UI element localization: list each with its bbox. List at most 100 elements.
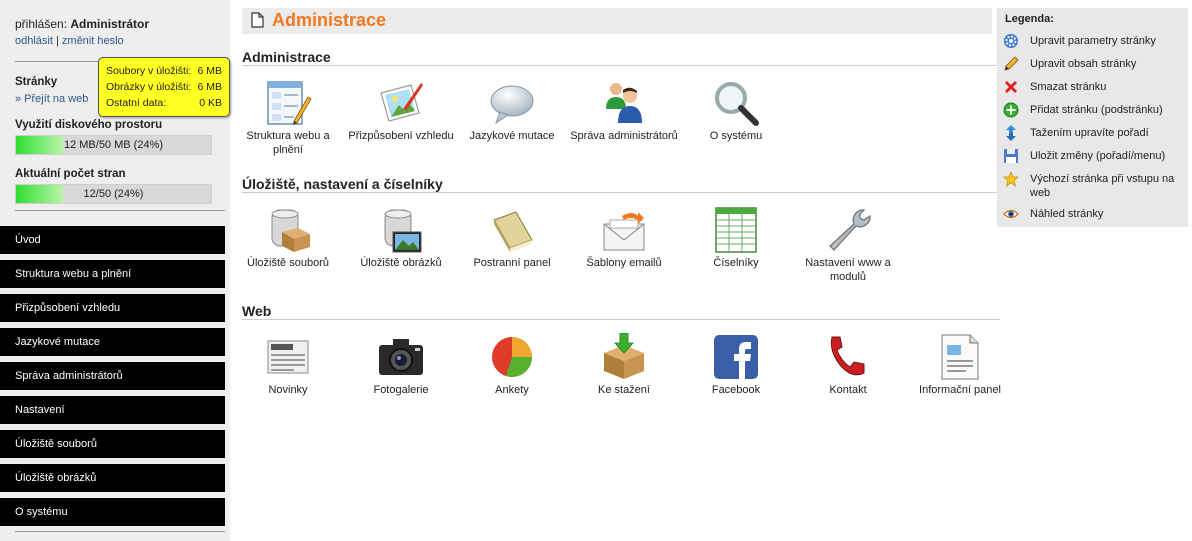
legend-text: Uložit změny (pořadí/menu)	[1030, 150, 1166, 162]
page-count-text: 12/50 (24%)	[83, 188, 144, 200]
login-prefix: přihlášen:	[15, 17, 68, 31]
logout-link[interactable]: odhlásit	[15, 35, 53, 47]
book-icon	[493, 211, 533, 252]
magnifier-icon	[715, 82, 759, 126]
tile-side-panel[interactable]: Postranní panel	[457, 206, 567, 286]
section-title-storage: Úložiště, nastavení a číselníky	[242, 176, 443, 192]
tile-www-settings[interactable]: Nastavení www a modulů	[793, 206, 903, 286]
tile-languages[interactable]: Jazykové mutace	[457, 79, 567, 159]
legend-title: Legenda:	[1005, 13, 1054, 25]
legend-text: Náhled stránky	[1030, 208, 1104, 220]
tile-site-structure[interactable]: Struktura webu a plnění	[233, 79, 343, 159]
nav-item-settings[interactable]: Nastavení	[0, 396, 225, 424]
tooltip-value: 6 MB	[197, 81, 222, 93]
login-info: přihlášen: Administrátor	[15, 17, 149, 31]
admin-users-icon	[606, 83, 642, 123]
tooltip-row: Soubory v úložišti: 6 MB	[106, 65, 222, 81]
tile-label: Struktura webu a plnění	[246, 130, 330, 156]
tile-code-lists[interactable]: Číselníky	[681, 206, 791, 286]
tile-label: Ke stažení	[598, 384, 650, 396]
tile-label: Správa administrátorů	[570, 130, 678, 142]
go-to-web-link[interactable]: » Přejít na web	[15, 93, 88, 105]
legend-text: Výchozí stránka při vstupu na web	[1030, 173, 1175, 199]
file-storage-icon	[271, 209, 310, 252]
nav-item-uvod[interactable]: Úvod	[0, 226, 225, 254]
pencil-icon	[1004, 56, 1019, 71]
change-password-link[interactable]: změnit heslo	[62, 35, 124, 47]
tile-info-panel[interactable]: Informační panel	[905, 333, 1015, 413]
tile-downloads[interactable]: Ke stažení	[569, 333, 679, 413]
tile-polls[interactable]: Ankety	[457, 333, 567, 413]
nav-item-appearance[interactable]: Přizpůsobení vzhledu	[0, 294, 225, 322]
section-divider	[242, 65, 1000, 66]
tile-label: Informační panel	[919, 384, 1001, 396]
tile-about[interactable]: O systému	[681, 79, 791, 159]
save-icon	[1004, 149, 1018, 163]
nav-item-image-storage[interactable]: Úložiště obrázků	[0, 464, 225, 492]
tooltip-row: Obrázky v úložišti: 6 MB	[106, 81, 222, 97]
eye-icon	[1003, 209, 1019, 219]
info-panel-icon	[941, 334, 979, 380]
tile-label: Nastavení www a modulů	[805, 257, 891, 283]
page-header: Administrace	[242, 8, 992, 34]
image-storage-icon	[384, 209, 422, 253]
tile-email-templates[interactable]: Šablony emailů	[569, 206, 679, 286]
divider	[15, 210, 225, 211]
section-title-web: Web	[242, 303, 272, 319]
tooltip-label: Ostatní data:	[106, 97, 167, 109]
tile-label: Úložiště obrázků	[360, 257, 442, 269]
nav-item-site-structure[interactable]: Struktura webu a plnění	[0, 260, 225, 288]
page-count-title: Aktuální počet stran	[15, 168, 126, 180]
tooltip-value: 6 MB	[197, 65, 222, 77]
tile-appearance[interactable]: Přizpůsobení vzhledu	[346, 79, 456, 159]
legend-text: Tažením upravíte pořadí	[1030, 127, 1149, 139]
star-icon	[1003, 171, 1019, 187]
tooltip-label: Obrázky v úložišti:	[106, 81, 192, 93]
login-links: odhlásit | změnit heslo	[15, 35, 124, 47]
tile-contact[interactable]: Kontakt	[793, 333, 903, 413]
nav-item-label: Struktura webu a plnění	[15, 268, 132, 280]
nav-item-label: Jazykové mutace	[15, 336, 100, 348]
legend-text: Upravit parametry stránky	[1030, 35, 1156, 47]
legend-panel: Legenda: Upravit parametry stránky Uprav…	[997, 8, 1188, 227]
legend-text: Smazat stránku	[1030, 81, 1107, 93]
tile-label: Kontakt	[829, 384, 867, 396]
tile-label: Ankety	[495, 384, 529, 396]
email-icon	[603, 212, 645, 251]
nav-item-about[interactable]: O systému	[0, 498, 225, 526]
tile-label: Novinky	[268, 384, 308, 396]
login-links-separator: |	[55, 35, 59, 47]
tooltip-value: 0 KB	[199, 97, 222, 109]
tile-label: Úložiště souborů	[247, 257, 329, 269]
nav-item-administrators[interactable]: Správa administrátorů	[0, 362, 225, 390]
newspaper-icon	[267, 340, 309, 374]
table-icon	[715, 207, 757, 253]
tile-facebook[interactable]: Facebook	[681, 333, 791, 413]
appearance-icon	[380, 83, 423, 122]
nav-item-languages[interactable]: Jazykové mutace	[0, 328, 225, 356]
disk-usage-text: 12 MB/50 MB (24%)	[63, 139, 164, 151]
nav-item-label: Úložiště obrázků	[15, 472, 97, 484]
sort-arrows-icon	[1006, 125, 1016, 141]
site-structure-icon	[267, 81, 312, 125]
login-username: Administrátor	[70, 17, 150, 31]
page-count-bar: 12/50 (24%)	[15, 184, 212, 204]
camera-icon	[379, 339, 423, 375]
storage-tooltip: Soubory v úložišti: 6 MB Obrázky v úloži…	[98, 57, 230, 117]
tile-file-storage[interactable]: Úložiště souborů	[233, 206, 343, 286]
gear-icon	[1004, 34, 1018, 48]
tile-administrators[interactable]: Správa administrátorů	[569, 79, 679, 159]
delete-icon	[1005, 81, 1017, 93]
nav-item-file-storage[interactable]: Úložiště souborů	[0, 430, 225, 458]
tile-news[interactable]: Novinky	[233, 333, 343, 413]
tile-label: O systému	[709, 130, 763, 142]
document-icon	[251, 12, 264, 28]
nav-item-label: Přizpůsobení vzhledu	[15, 302, 121, 314]
tooltip-row: Ostatní data: 0 KB	[106, 97, 222, 113]
disk-usage-bar: 12 MB/50 MB (24%)	[15, 135, 212, 155]
tile-photo-gallery[interactable]: Fotogalerie	[346, 333, 456, 413]
speech-bubble-icon	[490, 85, 534, 125]
tile-image-storage[interactable]: Úložiště obrázků	[346, 206, 456, 286]
nav-item-label: Správa administrátorů	[15, 370, 123, 382]
tile-label: Postranní panel	[473, 257, 551, 269]
